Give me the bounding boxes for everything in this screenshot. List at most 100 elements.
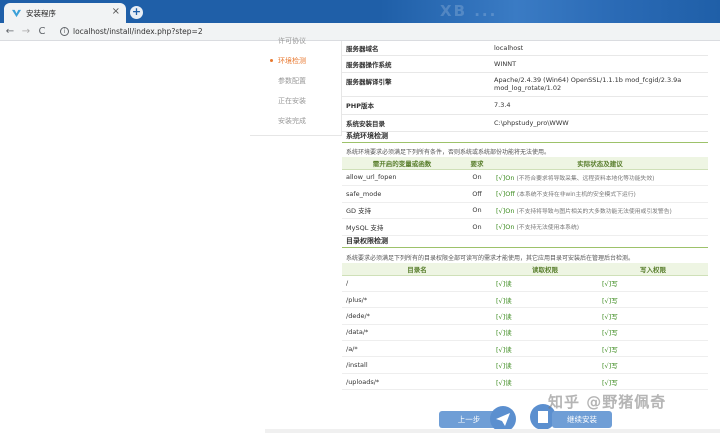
write-permission: [√]写 <box>598 275 708 292</box>
column-header: 要求 <box>462 157 492 170</box>
env-check-table: 需开启的变量或函数 要求 实际状态及建议 allow_url_fopen On … <box>342 157 708 236</box>
address-bar[interactable]: i localhost/install/index.php?step=2 <box>54 25 720 39</box>
server-key: 系统安装目录 <box>342 114 490 132</box>
server-value: WINNT <box>490 55 708 73</box>
env-status: [√]On (不支持将导致与图片相关的大多数功能无法使用或引发警告) <box>492 202 708 219</box>
footer-band <box>265 429 720 433</box>
dir-name: /plus/* <box>342 291 492 309</box>
dir-name: /data/* <box>342 324 492 342</box>
read-permission: [√]读 <box>492 356 598 374</box>
dir-permission-table: 目录名 读取权限 写入权限 / [√]读 [√]写 /plus/* [√]读 [… <box>342 263 708 391</box>
dir-name: /install <box>342 356 492 374</box>
reload-icon[interactable]: C <box>36 25 48 39</box>
dir-name: /a/* <box>342 340 492 358</box>
env-check-desc: 系统环境要求必须满足下列所有条件，否则系统或系统部份功能将无法使用。 <box>346 149 551 156</box>
table-row: /uploads/* [√]读 [√]写 <box>342 373 708 391</box>
tab-title: 安装程序 <box>26 9 56 18</box>
write-permission: [√]写 <box>598 291 708 309</box>
decorative-banner <box>380 0 720 23</box>
table-row: 系统安装目录 C:\phpstudy_pro\WWW <box>342 114 708 132</box>
server-info-table: 服务器域名 localhost 服务器操作系统 WINNT 服务器解译引擎 Ap… <box>342 41 708 132</box>
table-row: / [√]读 [√]写 <box>342 275 708 292</box>
column-header: 需开启的变量或函数 <box>342 157 462 170</box>
new-tab-button[interactable]: + <box>130 6 143 19</box>
step-done: 安装完成 <box>278 117 306 125</box>
step-installing: 正在安装 <box>278 97 306 105</box>
read-permission: [√]读 <box>492 324 598 342</box>
table-row: /plus/* [√]读 [√]写 <box>342 291 708 309</box>
server-key: PHP版本 <box>342 96 490 115</box>
info-icon[interactable]: i <box>60 27 69 36</box>
column-header: 读取权限 <box>492 263 598 276</box>
active-step-dot-icon <box>270 59 273 62</box>
write-permission: [√]写 <box>598 356 708 374</box>
env-requirement: Off <box>462 185 492 203</box>
browser-toolbar: ← → C i localhost/install/index.php?step… <box>0 23 720 41</box>
env-var-name: allow_url_fopen <box>342 169 462 186</box>
table-row: allow_url_fopen On [√]On (不符合要求将导致采集、远程资… <box>342 169 708 186</box>
table-header-row: 需开启的变量或函数 要求 实际状态及建议 <box>342 157 708 170</box>
write-permission: [√]写 <box>598 324 708 342</box>
table-row: 服务器域名 localhost <box>342 41 708 56</box>
step-license: 许可协议 <box>278 37 306 45</box>
dir-name: / <box>342 275 492 292</box>
server-key: 服务器域名 <box>342 41 490 56</box>
env-check-title: 系统环境检测 <box>342 131 708 143</box>
write-permission: [√]写 <box>598 340 708 358</box>
table-row: /a/* [√]读 [√]写 <box>342 340 708 358</box>
table-row: /install [√]读 [√]写 <box>342 356 708 374</box>
table-row: GD 支持 On [√]On (不支持将导致与图片相关的大多数功能无法使用或引发… <box>342 202 708 219</box>
table-row: 服务器操作系统 WINNT <box>342 55 708 73</box>
read-permission: [√]读 <box>492 373 598 391</box>
status-ok: [√]Off <box>496 190 515 199</box>
server-value: C:\phpstudy_pro\WWW <box>490 114 708 132</box>
read-permission: [√]读 <box>492 291 598 309</box>
status-note: (不支持将导致与图片相关的大多数功能无法使用或引发警告) <box>516 208 672 215</box>
url-text[interactable]: localhost/install/index.php?step=2 <box>73 27 203 36</box>
env-var-name: MySQL 支持 <box>342 218 462 236</box>
close-icon[interactable]: × <box>112 6 120 17</box>
status-ok: [√]On <box>496 223 515 232</box>
step-env-check: 环境检测 <box>278 57 306 65</box>
browser-tab[interactable]: 安装程序 × <box>4 3 126 23</box>
back-arrow-icon[interactable]: ← <box>4 25 16 39</box>
install-steps-sidebar: 许可协议 环境检测 参数配置 正在安装 安装完成 <box>250 37 342 136</box>
table-header-row: 目录名 读取权限 写入权限 <box>342 263 708 276</box>
dir-name: /dede/* <box>342 307 492 325</box>
table-row: MySQL 支持 On [√]On (不支持无法使用本系统) <box>342 218 708 236</box>
server-value: 7.3.4 <box>490 96 708 115</box>
v-logo-icon <box>12 9 21 18</box>
env-requirement: On <box>462 218 492 236</box>
env-requirement: On <box>462 202 492 219</box>
env-status: [√]Off (本系统不支持在非win主机的安全模式下运行) <box>492 185 708 203</box>
status-note: (本系统不支持在非win主机的安全模式下运行) <box>516 192 636 199</box>
decorative-banner-text: XB ... <box>440 2 498 20</box>
continue-install-button[interactable]: 继续安装 <box>552 411 612 428</box>
read-permission: [√]读 <box>492 340 598 358</box>
table-row: /data/* [√]读 [√]写 <box>342 324 708 342</box>
step-config: 参数配置 <box>278 77 306 85</box>
server-value: localhost <box>490 41 708 56</box>
page-body: 许可协议 环境检测 参数配置 正在安装 安装完成 服务器域名 localhost… <box>0 37 720 433</box>
browser-tab-bar: XB ... 安装程序 × + <box>0 0 720 23</box>
column-header: 目录名 <box>342 263 492 276</box>
column-header: 写入权限 <box>598 263 708 276</box>
env-status: [√]On (不支持无法使用本系统) <box>492 218 708 236</box>
read-permission: [√]读 <box>492 307 598 325</box>
read-permission: [√]读 <box>492 275 598 292</box>
forward-arrow-icon[interactable]: → <box>20 25 32 39</box>
server-value: Apache/2.4.39 (Win64) OpenSSL/1.1.1b mod… <box>490 72 708 97</box>
server-value-line: Apache/2.4.39 (Win64) OpenSSL/1.1.1b mod… <box>494 76 682 84</box>
env-var-name: GD 支持 <box>342 202 462 219</box>
watermark: 知乎 @野猪佩奇 <box>548 393 667 411</box>
env-requirement: On <box>462 169 492 186</box>
write-permission: [√]写 <box>598 307 708 325</box>
column-header: 实际状态及建议 <box>492 157 708 170</box>
table-row: /dede/* [√]读 [√]写 <box>342 307 708 325</box>
server-key: 服务器操作系统 <box>342 55 490 73</box>
status-note: (不符合要求将导致采集、远程资料本地化等功能失效) <box>516 175 655 182</box>
status-ok: [√]On <box>496 173 515 182</box>
table-row: PHP版本 7.3.4 <box>342 96 708 115</box>
status-ok: [√]On <box>496 206 515 215</box>
dir-check-desc: 系统要求必须满足下列所有的目录权限全部可读写的需求才能使用，其它应用目录可安装后… <box>346 255 635 262</box>
